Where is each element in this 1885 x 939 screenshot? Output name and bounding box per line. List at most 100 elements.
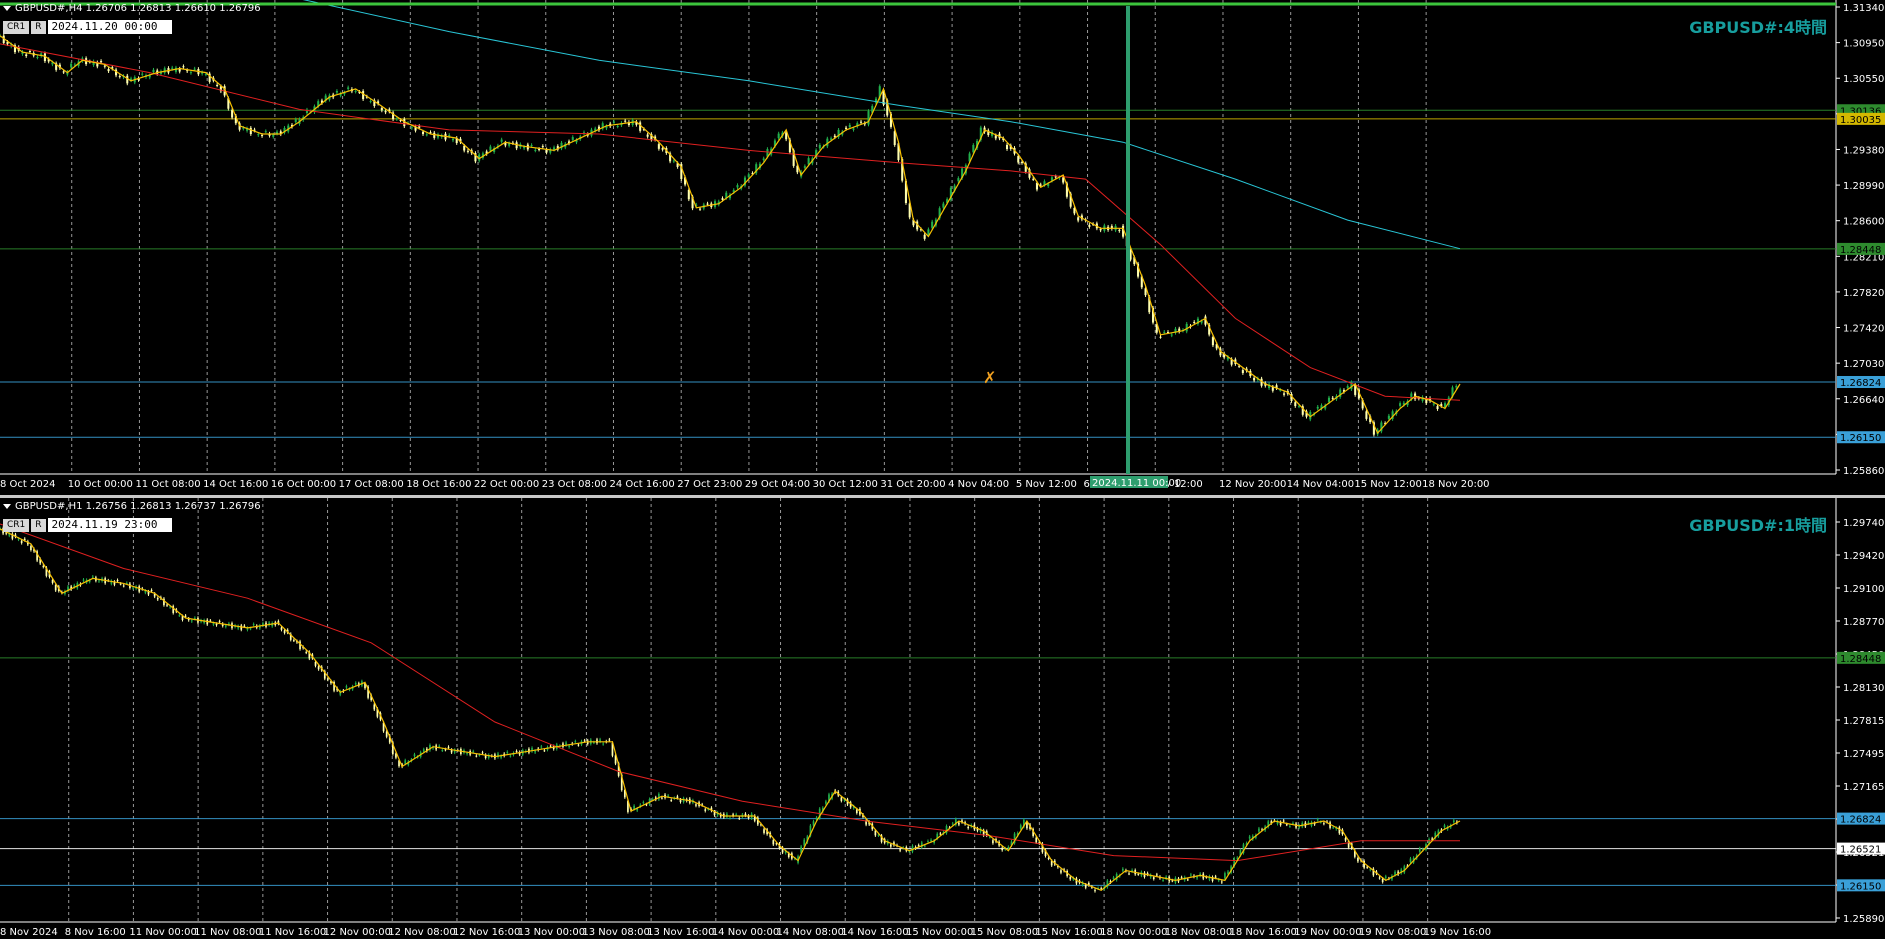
time-tick-label: 18 Nov 00:00 [1100, 927, 1167, 938]
price-tick-label: 1.27495 [1843, 749, 1884, 760]
time-tick-label: 15 Nov 16:00 [1035, 927, 1102, 938]
h1-chart-canvas[interactable]: 8 Nov 2024 8 Nov 16:00 11 Nov 00:0011 Nov … [0, 498, 1885, 939]
candle-body [42, 565, 45, 567]
collapse-triangle-icon[interactable] [3, 5, 11, 11]
candle-body [182, 66, 185, 68]
time-tick-label: 14 Nov 04:00 [1287, 479, 1354, 490]
candle-body [216, 84, 219, 86]
candle-body [612, 121, 615, 123]
candle-body [1032, 178, 1035, 180]
candle-body [553, 147, 556, 150]
candle-body [1020, 162, 1024, 164]
time-tick-label: 14 Nov 16:00 [841, 927, 908, 938]
candle-body [1077, 217, 1080, 221]
candle-body [534, 750, 536, 753]
candle-body [852, 128, 855, 130]
candle-body [1282, 820, 1285, 822]
cr1-button[interactable]: CR1 [3, 518, 30, 532]
candle-body [354, 682, 357, 685]
r-button[interactable]: R [31, 518, 46, 532]
price-level-label: 1.26824 [1840, 815, 1881, 826]
h4-chart-canvas[interactable]: 8 Oct 2024 10 Oct 00:00 11 Oct 08:00 14 Oct… [0, 0, 1885, 497]
candle-body [1007, 846, 1010, 849]
time-tick-label: 16 Oct 00:00 [271, 479, 336, 490]
candle-body [1323, 823, 1325, 825]
candle-body [624, 120, 627, 122]
time-tick-label: 12 Nov 20:00 [1219, 479, 1286, 490]
candle-body [1193, 321, 1196, 323]
time-tick-label: 12 Nov 08:00 [388, 927, 455, 938]
candle-body [70, 63, 73, 68]
candle-body [927, 229, 930, 235]
candle-body [931, 221, 934, 228]
candle-body [1292, 822, 1294, 824]
cr1-button[interactable]: CR1 [3, 20, 30, 34]
candle-body [500, 139, 503, 142]
date-input[interactable]: 2024.11.20 00:00 [47, 20, 172, 34]
candle-body [252, 624, 255, 626]
candle-body [293, 640, 295, 642]
candle-body [1327, 397, 1331, 403]
candle-body [543, 750, 546, 752]
candle-body [362, 91, 365, 100]
price-tick-label: 1.26640 [1843, 395, 1884, 406]
candle-body [899, 849, 901, 851]
collapse-triangle-icon[interactable] [3, 503, 11, 509]
candle-body [515, 750, 518, 752]
r-button[interactable]: R [31, 20, 46, 34]
candle-body [509, 755, 512, 757]
candle-body [1100, 888, 1103, 890]
price-tick-label: 1.28770 [1843, 617, 1884, 628]
candle-body [1378, 877, 1381, 879]
candle-body [335, 91, 338, 93]
crosshair-tool-icon[interactable]: ✗ [983, 368, 996, 387]
h4-chart-panel[interactable]: 8 Oct 2024 10 Oct 00:00 11 Oct 08:00 14 Oct… [0, 0, 1885, 497]
candle-body [923, 234, 926, 239]
candle-body [122, 585, 125, 587]
candle-body [1331, 397, 1334, 399]
date-input[interactable]: 2024.11.19 23:00 [47, 518, 172, 532]
candle-body [1121, 868, 1124, 871]
candle-body [314, 661, 317, 666]
candle-body [735, 814, 738, 816]
candle-body [178, 615, 181, 617]
h1-chart-panel[interactable]: 8 Nov 2024 8 Nov 16:00 11 Nov 00:00 11 Nov … [0, 498, 1885, 939]
h4-chart-title: GBPUSD#:4時間 [1689, 18, 1827, 37]
candle-body [704, 809, 707, 811]
candle-body [1099, 229, 1102, 231]
price-tick-label: 1.25890 [1843, 914, 1884, 925]
price-tick-label: 1.27815 [1843, 716, 1884, 727]
candle-body [530, 145, 533, 147]
time-tick-label: 18 Nov 20:00 [1422, 479, 1489, 490]
candle-body [481, 752, 484, 754]
candle-body [616, 126, 619, 128]
time-tick-label: 31 Oct 20:00 [880, 479, 945, 490]
candle-body [706, 203, 709, 205]
candle-body [679, 799, 682, 803]
candle-body [1241, 370, 1244, 374]
candle-body [549, 745, 552, 747]
zigzag-line [0, 528, 1461, 891]
candle-body [1307, 822, 1310, 824]
candle-body [1455, 386, 1458, 388]
candle-body [317, 666, 320, 670]
candle-body [855, 809, 858, 813]
candle-body [91, 576, 94, 578]
time-tick-label: 27 Oct 23:00 [677, 479, 742, 490]
candle-body [1069, 877, 1072, 880]
candle-body [1432, 403, 1435, 405]
candle-body [280, 627, 283, 630]
time-tick-label: 11 Oct 08:00 [135, 479, 200, 490]
candle-body [1253, 377, 1256, 381]
candle-body [1005, 144, 1009, 150]
candle-body [1399, 403, 1402, 406]
time-tick-label: 8 Oct 2024 [0, 479, 55, 490]
candle-body [1357, 857, 1359, 862]
candle-body [1346, 386, 1349, 388]
candle-body [1171, 880, 1174, 882]
candle-body [327, 678, 329, 680]
candle-body [687, 189, 690, 200]
candle-body [1214, 876, 1217, 878]
candle-body [602, 743, 605, 745]
candle-body [951, 823, 954, 825]
